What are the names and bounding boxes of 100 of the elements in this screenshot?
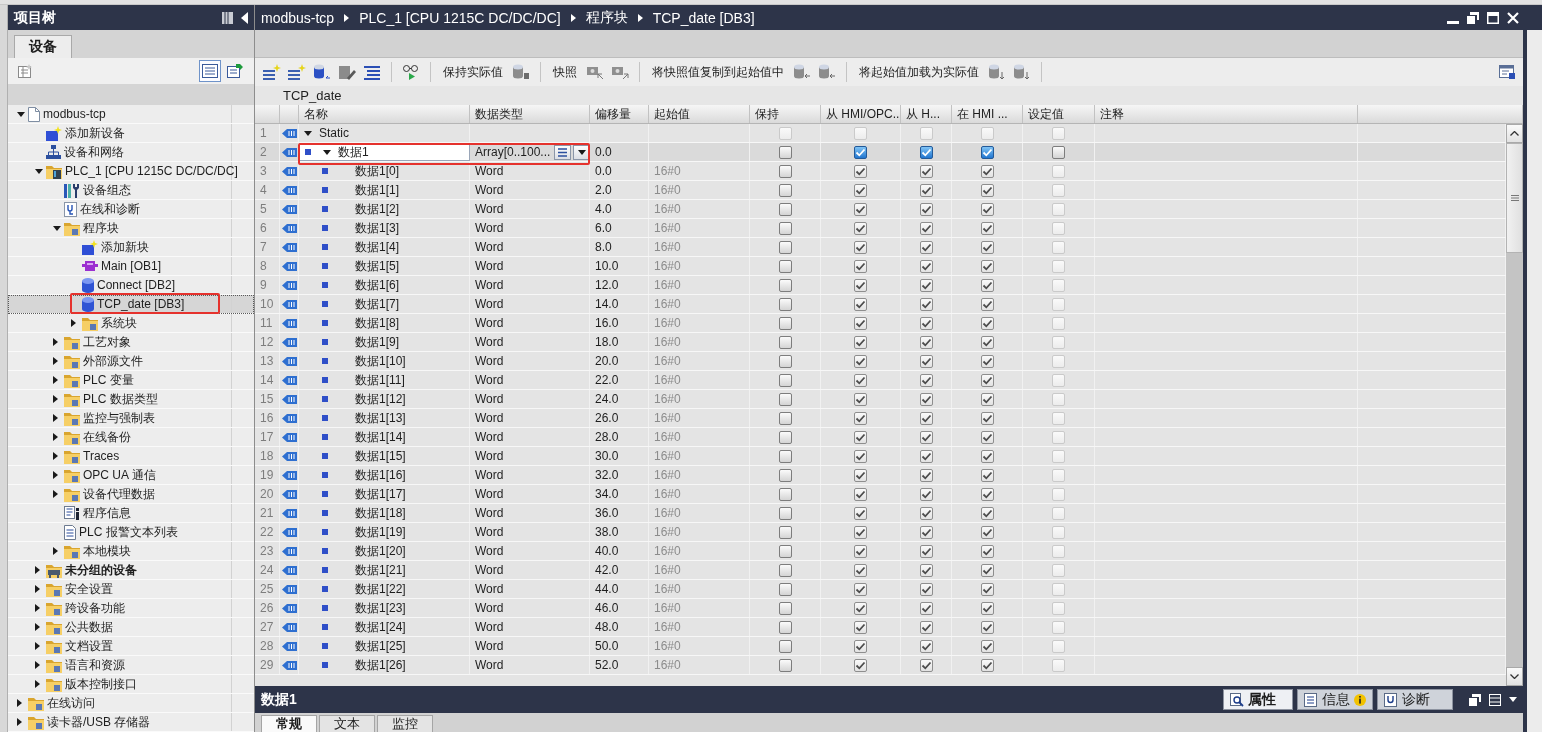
tab[interactable]: 属性 xyxy=(1223,689,1293,710)
table-row[interactable]: 13 数据1[10] Word 20.0 16#0 xyxy=(255,352,1506,371)
table-row[interactable]: 15 数据1[12] Word 24.0 16#0 xyxy=(255,390,1506,409)
checkbox[interactable] xyxy=(980,145,994,159)
tab[interactable]: 监控 xyxy=(377,715,433,732)
column-header[interactable]: 数据类型 xyxy=(470,105,590,123)
breadcrumb-item[interactable]: PLC_1 [CPU 1215C DC/DC/DC] xyxy=(359,9,561,26)
maximize-icon[interactable] xyxy=(1487,11,1499,24)
tree-item[interactable]: 添加新块 xyxy=(8,238,254,257)
column-header[interactable]: 注释 xyxy=(1095,105,1358,123)
column-header[interactable]: 设定值 xyxy=(1023,105,1095,123)
list-icon[interactable] xyxy=(363,64,381,80)
caret-right-icon[interactable] xyxy=(35,566,40,574)
checkbox[interactable] xyxy=(778,411,792,425)
restore-icon[interactable] xyxy=(1469,693,1481,706)
tree-item[interactable]: PLC_1 [CPU 1215C DC/DC/DC] xyxy=(8,162,254,181)
checkbox[interactable] xyxy=(1052,145,1065,159)
table-row[interactable]: 11 数据1[8] Word 16.0 16#0 xyxy=(255,314,1506,333)
tree-item[interactable]: 版本控制接口 xyxy=(8,675,254,694)
tree-item[interactable]: 文档设置 xyxy=(8,637,254,656)
cylinder-arrow-icon[interactable] xyxy=(818,64,836,80)
caret-right-icon[interactable] xyxy=(53,452,58,460)
checkbox[interactable] xyxy=(778,183,792,197)
cylinder-arrow-icon[interactable] xyxy=(313,64,331,80)
checkbox[interactable] xyxy=(778,202,792,216)
tree-item[interactable]: PLC 变量 xyxy=(8,371,254,390)
doc-pencil-icon[interactable] xyxy=(338,64,356,80)
caret-right-icon[interactable] xyxy=(35,680,40,688)
column-header[interactable]: 从 H... xyxy=(901,105,952,123)
column-header[interactable]: 在 HMI ... xyxy=(952,105,1023,123)
checkbox[interactable] xyxy=(778,525,792,539)
tree-item[interactable]: 外部源文件 xyxy=(8,352,254,371)
insert-rows-icon[interactable] xyxy=(288,64,306,80)
cylinder-lock-icon[interactable] xyxy=(512,64,530,80)
tab[interactable]: 设备 xyxy=(14,35,72,58)
checkbox[interactable] xyxy=(778,297,792,311)
table-row[interactable]: 2 数据1 Array[0..100... 0.0 xyxy=(255,143,1506,162)
tree-item[interactable]: 在线和诊断 xyxy=(8,200,254,219)
scrollbar-thumb[interactable] xyxy=(1506,143,1523,253)
table-row[interactable]: 23 数据1[20] Word 40.0 16#0 xyxy=(255,542,1506,561)
caret-right-icon[interactable] xyxy=(53,395,58,403)
caret-right-icon[interactable] xyxy=(35,623,40,631)
tree-item[interactable]: 程序块 xyxy=(8,219,254,238)
caret-right-icon[interactable] xyxy=(53,547,58,555)
breadcrumb-item[interactable]: TCP_date [DB3] xyxy=(652,9,755,26)
tree-item[interactable]: 在线访问 xyxy=(8,694,254,713)
tree-item[interactable]: 跨设备功能 xyxy=(8,599,254,618)
tree-item[interactable]: 系统块 xyxy=(8,314,254,333)
checkbox[interactable] xyxy=(778,240,792,254)
table-row[interactable]: 29 数据1[26] Word 52.0 16#0 xyxy=(255,656,1506,675)
restore-icon[interactable] xyxy=(1467,11,1479,24)
table-row[interactable]: 17 数据1[14] Word 28.0 16#0 xyxy=(255,428,1506,447)
table-row[interactable]: 3 数据1[0] Word 0.0 16#0 xyxy=(255,162,1506,181)
table-row[interactable]: 28 数据1[25] Word 50.0 16#0 xyxy=(255,637,1506,656)
tree-item[interactable]: 公共数据 xyxy=(8,618,254,637)
checkbox[interactable] xyxy=(778,430,792,444)
caret-right-icon[interactable] xyxy=(17,718,22,726)
caret-right-icon[interactable] xyxy=(53,357,58,365)
checkbox[interactable] xyxy=(778,563,792,577)
grid-icon[interactable] xyxy=(18,64,32,78)
table-row[interactable]: 8 数据1[5] Word 10.0 16#0 xyxy=(255,257,1506,276)
checkbox[interactable] xyxy=(778,164,792,178)
checkbox[interactable] xyxy=(778,221,792,235)
caret-right-icon[interactable] xyxy=(53,414,58,422)
table-row[interactable]: 1 Static xyxy=(255,124,1506,143)
caret-right-icon[interactable] xyxy=(53,490,58,498)
caret-right-icon[interactable] xyxy=(35,604,40,612)
table-row[interactable]: 6 数据1[3] Word 6.0 16#0 xyxy=(255,219,1506,238)
tree-item[interactable]: 在线备份 xyxy=(8,428,254,447)
table-row[interactable]: 16 数据1[13] Word 26.0 16#0 xyxy=(255,409,1506,428)
tree-item[interactable]: Main [OB1] xyxy=(8,257,254,276)
tab[interactable]: 信息 xyxy=(1297,689,1373,710)
caret-right-icon[interactable] xyxy=(53,338,58,346)
caret-right-icon[interactable] xyxy=(35,642,40,650)
tab[interactable]: 文本 xyxy=(319,715,375,732)
column-header[interactable]: 名称 xyxy=(299,105,470,123)
caret-down-icon[interactable] xyxy=(35,168,43,174)
camera-arrow-icon[interactable] xyxy=(586,64,604,80)
table-row[interactable]: 26 数据1[23] Word 46.0 16#0 xyxy=(255,599,1506,618)
scrollbar[interactable] xyxy=(1506,124,1523,686)
checkbox[interactable] xyxy=(778,487,792,501)
checkbox[interactable] xyxy=(778,316,792,330)
window-settings-icon[interactable] xyxy=(1499,65,1515,79)
caret-right-icon[interactable] xyxy=(17,699,22,707)
tree-item[interactable]: 添加新设备 xyxy=(8,124,254,143)
view-button[interactable] xyxy=(199,60,221,82)
cylinder-down-icon[interactable] xyxy=(1013,64,1031,80)
tree-item[interactable]: PLC 数据类型 xyxy=(8,390,254,409)
checkbox[interactable] xyxy=(778,506,792,520)
caret-down-icon[interactable] xyxy=(577,149,586,155)
tree-item[interactable]: Traces xyxy=(8,447,254,466)
tree-item[interactable]: 读卡器/USB 存储器 xyxy=(8,713,254,732)
insert-rows-icon[interactable] xyxy=(263,64,281,80)
caret-down-icon[interactable] xyxy=(323,149,331,155)
toolbar-button[interactable]: 将快照值复制到起始值中 xyxy=(650,63,786,81)
checkbox[interactable] xyxy=(778,601,792,615)
breadcrumb-item[interactable]: 程序块 xyxy=(585,8,628,27)
checkbox[interactable] xyxy=(778,468,792,482)
glasses-icon[interactable] xyxy=(402,64,420,80)
table-row[interactable]: 25 数据1[22] Word 44.0 16#0 xyxy=(255,580,1506,599)
